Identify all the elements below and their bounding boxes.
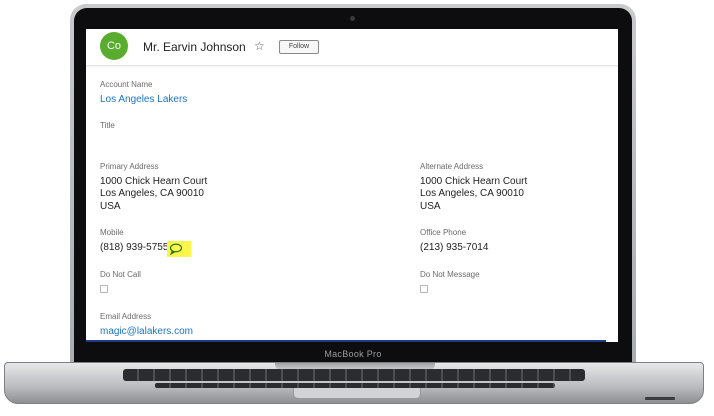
page-title: Mr. Earvin Johnson [143,40,246,54]
alternate-address-line2: Los Angeles, CA 90010 [420,188,524,199]
alternate-address-line3: USA [420,201,441,212]
star-icon[interactable]: ☆ [254,39,265,53]
primary-address-line3: USA [100,201,121,212]
alternate-address-line1: 1000 Chick Hearn Court [420,176,528,187]
follow-button[interactable]: Follow [279,40,319,54]
avatar: Co [100,32,128,60]
account-name-label: Account Name [100,80,153,89]
keyboard-row [123,369,585,381]
account-name-link[interactable]: Los Angeles Lakers [100,94,187,107]
alternate-address-label: Alternate Address [420,162,484,171]
do-not-call-label: Do Not Call [100,270,141,279]
record-header: Co Mr. Earvin Johnson ☆ Follow [86,29,618,66]
primary-address-line1: 1000 Chick Hearn Court [100,176,208,187]
side-slot [645,397,675,400]
primary-address-line2: Los Angeles, CA 90010 [100,188,204,199]
office-phone-value[interactable]: (213) 935-7014 [420,242,488,255]
email-link[interactable]: magic@lalakers.com [100,326,193,339]
title-label: Title [100,121,115,130]
mobile-value[interactable]: (818) 939-5755 [100,242,168,255]
device-brand-label: MacBook Pro [324,349,382,359]
contact-record-screen: Co Mr. Earvin Johnson ☆ Follow Account N… [86,29,618,342]
camera-icon [350,16,355,21]
do-not-call-checkbox[interactable] [100,285,108,293]
do-not-message-label: Do Not Message [420,270,480,279]
do-not-message-checkbox[interactable] [420,285,428,293]
primary-address-label: Primary Address [100,162,159,171]
chat-bubble-icon[interactable] [167,241,191,257]
office-phone-label: Office Phone [420,228,467,237]
mobile-label: Mobile [100,228,124,237]
email-label: Email Address [100,312,152,321]
trackpad [293,388,421,399]
laptop-base [4,362,704,404]
screen-bottom-bar [86,340,606,342]
